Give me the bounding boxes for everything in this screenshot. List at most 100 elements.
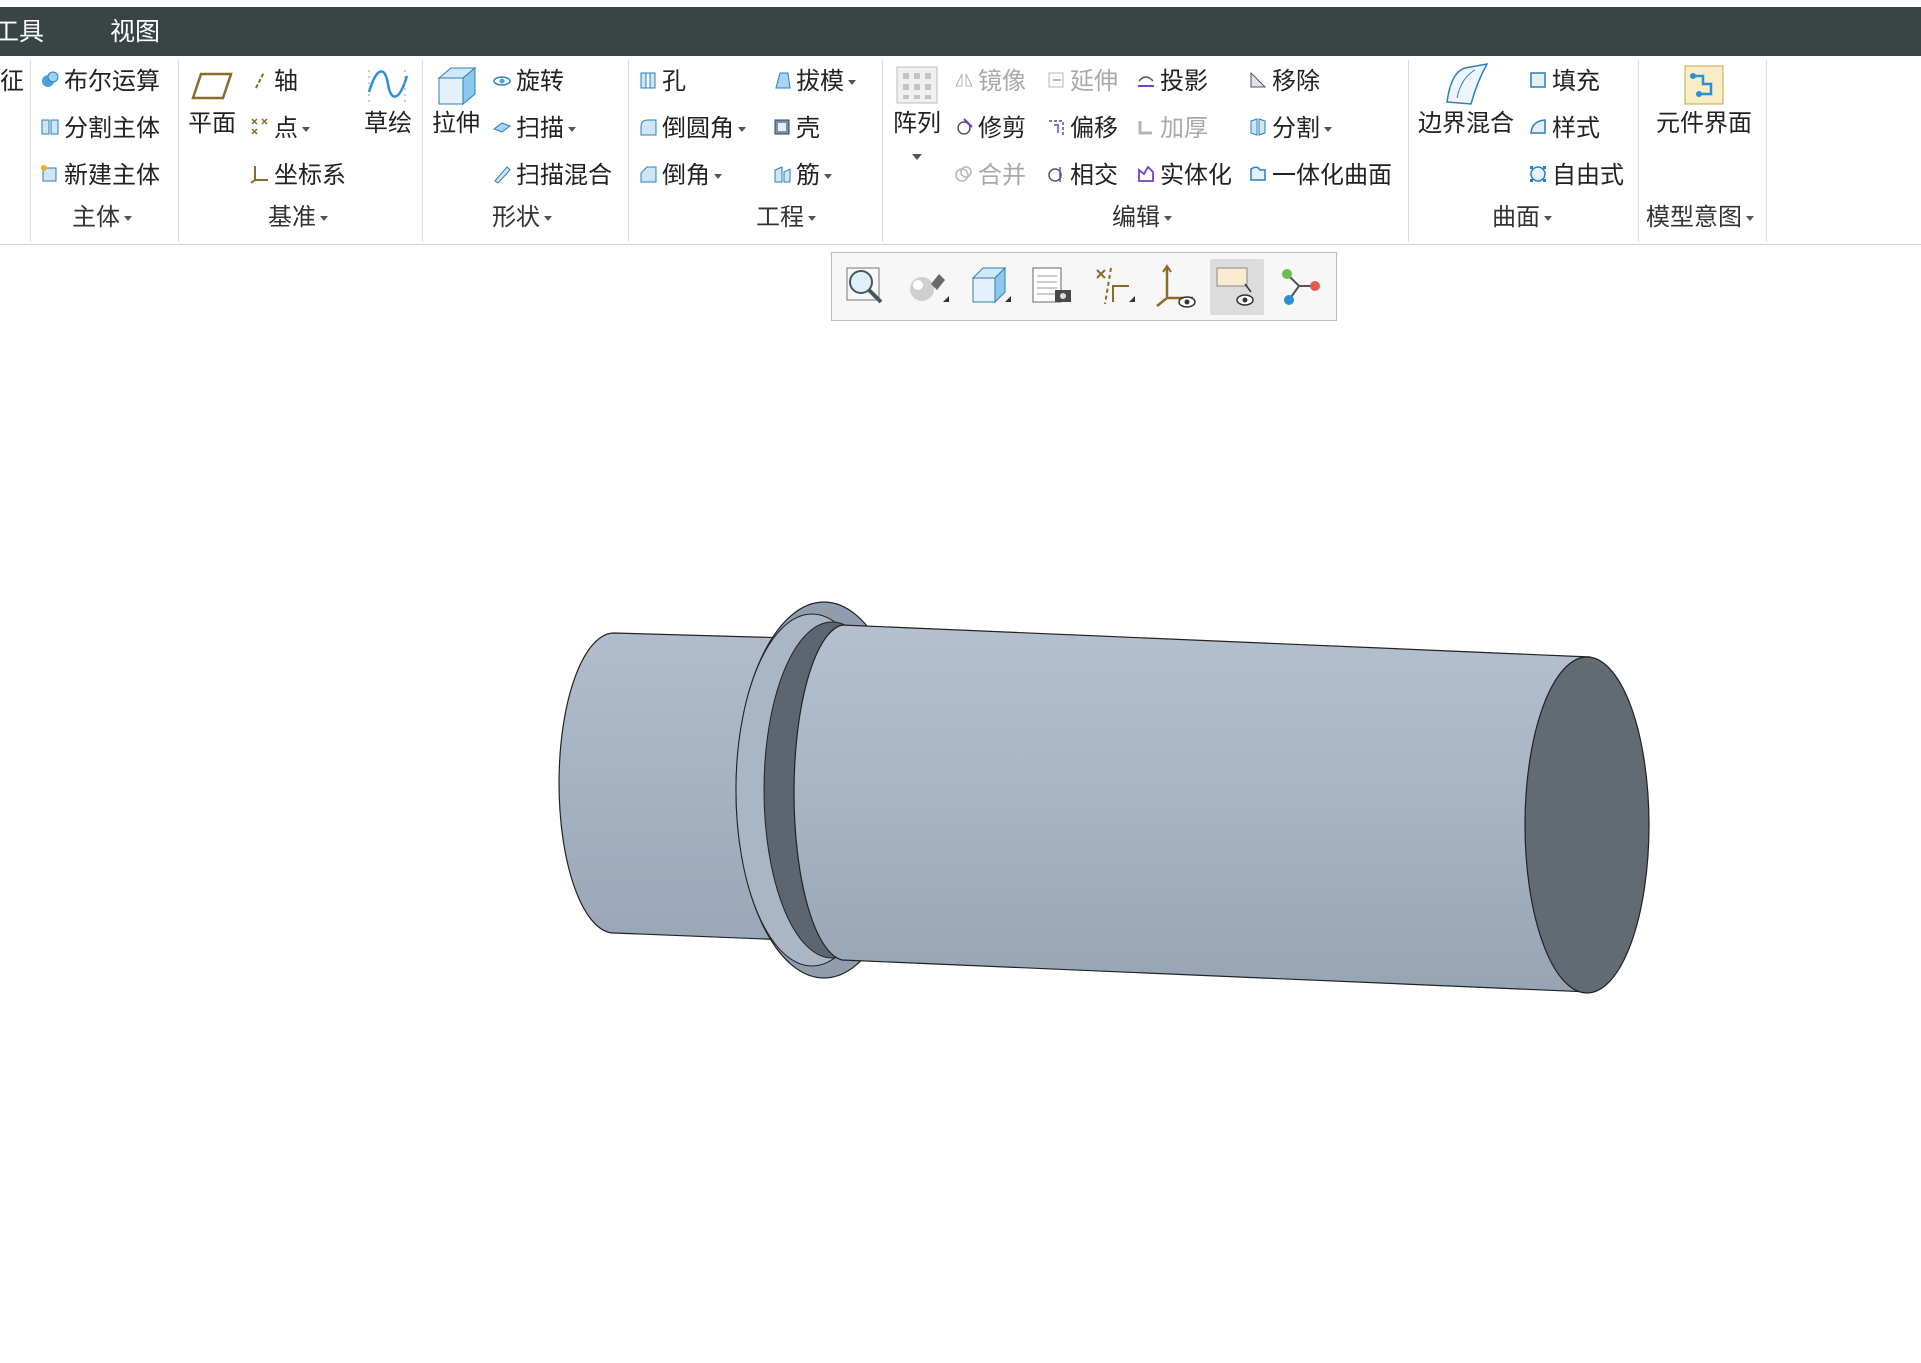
truncated-feature-label: 征 [0, 67, 24, 95]
boundary-blend-icon [1446, 62, 1489, 105]
menu-view[interactable]: 视图 [110, 7, 160, 56]
offset-icon [1049, 120, 1064, 135]
swept-blend-button[interactable]: 扫描混合 [492, 158, 612, 192]
component-interface-icon [1684, 65, 1724, 105]
new-body-button[interactable]: 新建主体 [40, 158, 160, 192]
draft-button[interactable]: 拔模 [772, 64, 856, 98]
menu-tools[interactable]: 工具 [0, 7, 44, 56]
merge-button[interactable]: 合并 [954, 158, 1026, 192]
revolve-icon [493, 76, 511, 86]
project-label: 投影 [1160, 67, 1208, 95]
shaft-model[interactable] [0, 245, 1921, 1359]
chamfer-button[interactable]: 倒角 [638, 158, 722, 192]
group-label-editing[interactable]: 编辑 [1112, 202, 1172, 232]
sketch-button[interactable]: 草绘 [360, 62, 416, 138]
component-interface-label: 元件界面 [1656, 109, 1752, 137]
solidify-button[interactable]: 实体化 [1136, 158, 1232, 192]
chevron-down-icon [1544, 215, 1552, 221]
chevron-down-icon [912, 154, 922, 160]
chevron-down-icon [824, 173, 832, 179]
sweep-button[interactable]: 扫描 [492, 111, 576, 145]
chevron-down-icon [1164, 215, 1172, 221]
chevron-down-icon [738, 126, 746, 132]
group-label-body-text: 主体 [72, 203, 120, 231]
sweep-label: 扫描 [516, 114, 564, 142]
shell-icon [774, 119, 790, 135]
extend-label: 延伸 [1070, 67, 1118, 95]
remove-label: 移除 [1272, 67, 1320, 95]
group-separator [30, 60, 31, 242]
merge-label: 合并 [978, 161, 1026, 189]
remove-button[interactable]: 移除 [1248, 64, 1320, 98]
split-body-icon [41, 119, 59, 135]
thicken-label: 加厚 [1160, 114, 1208, 142]
group-label-editing-text: 编辑 [1112, 203, 1160, 231]
unify-surface-label: 一体化曲面 [1272, 161, 1392, 189]
shell-label: 壳 [796, 114, 820, 142]
thicken-icon [1138, 121, 1152, 135]
style-button[interactable]: 样式 [1528, 111, 1600, 145]
project-icon [1138, 76, 1154, 87]
csys-icon [250, 166, 268, 184]
unify-surface-button[interactable]: 一体化曲面 [1248, 158, 1392, 192]
split-body-label: 分割主体 [64, 114, 160, 142]
end-face [1524, 656, 1650, 994]
revolve-button[interactable]: 旋转 [492, 64, 564, 98]
thicken-button[interactable]: 加厚 [1136, 111, 1208, 145]
round-button[interactable]: 倒圆角 [638, 111, 746, 145]
sketch-icon [367, 70, 409, 106]
group-label-surfaces[interactable]: 曲面 [1492, 202, 1552, 232]
pattern-button[interactable]: 阵列 [888, 62, 946, 166]
hole-button[interactable]: 孔 [638, 64, 686, 98]
group-label-shape[interactable]: 形状 [492, 202, 552, 232]
mirror-button[interactable]: 镜像 [954, 64, 1026, 98]
point-button[interactable]: 点 [250, 111, 310, 145]
extend-button[interactable]: 延伸 [1046, 64, 1118, 98]
plane-label: 平面 [188, 109, 236, 137]
group-separator [422, 60, 423, 242]
group-separator [628, 60, 629, 242]
group-label-surfaces-text: 曲面 [1492, 203, 1540, 231]
group-label-body[interactable]: 主体 [72, 202, 132, 232]
chevron-down-icon [568, 126, 576, 132]
offset-button[interactable]: 偏移 [1046, 111, 1118, 145]
menu-bar: 工具 视图 [0, 7, 1921, 56]
group-label-model-intent-text: 模型意图 [1646, 203, 1742, 231]
trim-button[interactable]: 修剪 [954, 111, 1026, 145]
group-label-shape-text: 形状 [492, 203, 540, 231]
axis-button[interactable]: 轴 [250, 64, 298, 98]
intersect-button[interactable]: 相交 [1046, 158, 1118, 192]
trim-label: 修剪 [978, 114, 1026, 142]
chevron-down-icon [848, 79, 856, 85]
shell-button[interactable]: 壳 [772, 111, 820, 145]
extrude-icon [437, 66, 477, 106]
split-button[interactable]: 分割 [1248, 111, 1332, 145]
fill-label: 填充 [1552, 67, 1600, 95]
group-separator [1638, 60, 1639, 242]
fill-button[interactable]: 填充 [1528, 64, 1600, 98]
project-button[interactable]: 投影 [1136, 64, 1208, 98]
chevron-down-icon [544, 215, 552, 221]
component-interface-button[interactable]: 元件界面 [1644, 62, 1764, 138]
freestyle-button[interactable]: 自由式 [1528, 158, 1624, 192]
plane-button[interactable]: 平面 [186, 62, 238, 138]
extrude-button[interactable]: 拉伸 [428, 62, 484, 138]
intersect-label: 相交 [1070, 161, 1118, 189]
freestyle-label: 自由式 [1552, 161, 1624, 189]
mirror-label: 镜像 [978, 67, 1026, 95]
rib-button[interactable]: 筋 [772, 158, 832, 192]
boundary-blend-button[interactable]: 边界混合 [1414, 62, 1518, 138]
boolean-button[interactable]: 布尔运算 [40, 64, 160, 98]
boolean-label: 布尔运算 [64, 67, 160, 95]
csys-button[interactable]: 坐标系 [250, 158, 346, 192]
split-body-button[interactable]: 分割主体 [40, 111, 160, 145]
intersect-icon [1048, 167, 1062, 182]
swept-blend-icon [494, 166, 511, 184]
group-label-datum[interactable]: 基准 [268, 202, 328, 232]
group-separator [1766, 60, 1767, 242]
axis-label: 轴 [274, 67, 298, 95]
ribbon: 征 布尔运算 分割主体 新建主体 主体 平面 轴 点 坐标系 草绘 基准 拉伸 … [0, 56, 1921, 245]
group-label-model-intent[interactable]: 模型意图 [1646, 202, 1754, 232]
graphics-viewport[interactable] [0, 245, 1921, 1359]
group-label-engineering[interactable]: 工程 [756, 202, 816, 232]
